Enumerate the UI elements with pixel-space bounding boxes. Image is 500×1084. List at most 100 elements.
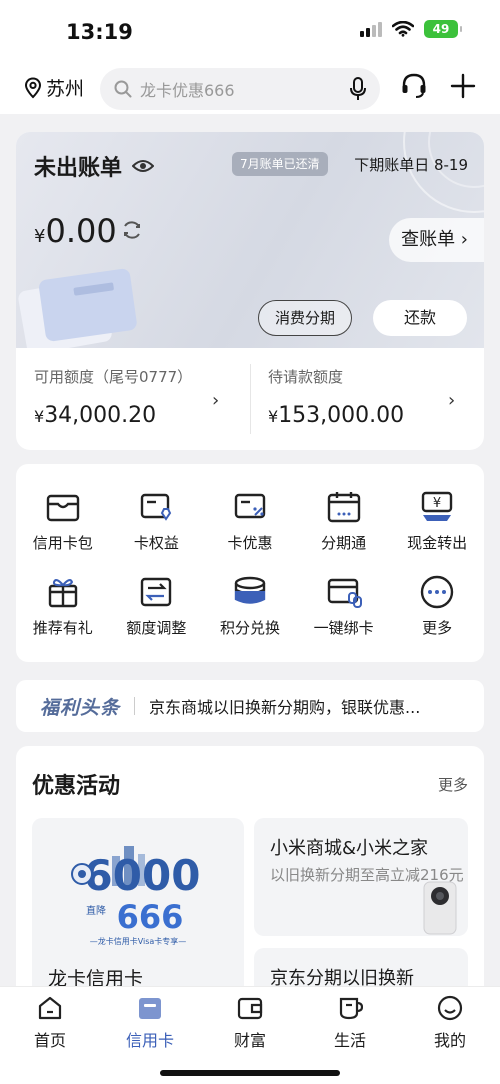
func-label: 推荐有礼 xyxy=(32,619,93,637)
func-label: 额度调整 xyxy=(126,619,187,637)
available-quota-label: 可用额度（尾号0777） xyxy=(34,368,193,386)
gift-icon xyxy=(48,579,77,608)
home-indicator xyxy=(160,1070,340,1076)
add-icon[interactable] xyxy=(450,73,476,99)
status-bar: 13:19 49 xyxy=(0,0,500,66)
func-item-card-benefit[interactable]: 卡权益 xyxy=(110,490,204,553)
check-bill-button[interactable]: 查账单 › xyxy=(389,218,484,262)
wallet-icon xyxy=(46,494,79,522)
installment-button[interactable]: 消费分期 xyxy=(258,300,352,336)
home-icon xyxy=(38,996,62,1020)
function-grid: 信用卡包 卡权益 卡优惠 分期通 ¥ 现金转出 推荐有礼 额度调整 积分兑换 一… xyxy=(16,490,484,638)
news-text: 京东商城以旧换新分期购，银联优惠... xyxy=(149,698,421,717)
news-headline[interactable]: 福利头条 京东商城以旧换新分期购，银联优惠... xyxy=(16,680,484,732)
promo-art: 6000 直降 666 —龙卡信用卡Visa卡专享— xyxy=(71,846,200,946)
func-item-card-discount[interactable]: 卡优惠 xyxy=(203,490,297,553)
bill-card: 未出账单 7月账单已还清 下期账单日 8-19 ¥ 0.00 查账单 › 消费分… xyxy=(16,132,484,450)
currency-symbol: ¥ xyxy=(34,226,46,247)
pending-quota-value: ¥153,000.00 xyxy=(268,403,405,428)
bill-title: 未出账单 xyxy=(34,150,155,182)
phone-image xyxy=(423,881,457,935)
chevron-right-icon[interactable]: › xyxy=(448,390,455,411)
promo-art-side: 直降 xyxy=(86,904,106,917)
tab-profile[interactable]: 我的 xyxy=(400,995,500,1051)
microphone-icon[interactable] xyxy=(350,77,366,101)
city-selector[interactable]: 苏州 xyxy=(24,74,84,101)
life-icon xyxy=(339,997,363,1020)
credit-card-icon xyxy=(139,998,161,1019)
func-label: 积分兑换 xyxy=(219,619,280,637)
bind-card-icon xyxy=(327,578,362,608)
repay-button[interactable]: 还款 xyxy=(373,300,467,336)
wifi-icon xyxy=(392,21,414,37)
coins-icon xyxy=(234,576,266,604)
tab-label: 信用卡 xyxy=(125,1031,174,1050)
location-pin-icon xyxy=(24,76,42,98)
func-item-quota-adjust[interactable]: 额度调整 xyxy=(110,575,204,638)
eye-icon[interactable] xyxy=(132,158,155,174)
profile-icon xyxy=(437,995,463,1021)
top-actions xyxy=(400,72,476,100)
svg-text:¥: ¥ xyxy=(433,496,441,511)
bill-title-text: 未出账单 xyxy=(34,156,123,181)
promotions-title: 优惠活动 xyxy=(32,774,121,799)
promo-xiaomi-title: 小米商城&小米之家 xyxy=(270,838,429,859)
tab-credit-card[interactable]: 信用卡 xyxy=(100,995,200,1051)
func-item-points[interactable]: 积分兑换 xyxy=(203,575,297,638)
func-item-card-wallet[interactable]: 信用卡包 xyxy=(16,490,110,553)
chevron-right-icon[interactable]: › xyxy=(212,390,219,411)
card-benefit-icon xyxy=(141,493,172,521)
func-label: 现金转出 xyxy=(407,534,468,552)
func-item-cash-out[interactable]: ¥ 现金转出 xyxy=(390,490,484,553)
news-tag: 福利头条 xyxy=(40,696,121,719)
tab-home[interactable]: 首页 xyxy=(0,995,100,1051)
pending-quota[interactable]: 待请款额度 ¥153,000.00 xyxy=(268,366,404,428)
city-label: 苏州 xyxy=(46,78,85,100)
func-item-more[interactable]: 更多 xyxy=(390,575,484,638)
search-placeholder: 龙卡优惠666 xyxy=(140,81,235,100)
function-grid-card: 信用卡包 卡权益 卡优惠 分期通 ¥ 现金转出 推荐有礼 额度调整 积分兑换 一… xyxy=(16,464,484,662)
paid-status-badge: 7月账单已还清 xyxy=(232,152,328,176)
func-label: 分期通 xyxy=(321,534,367,552)
func-item-bind-card[interactable]: 一键绑卡 xyxy=(297,575,391,638)
decorative-circles xyxy=(403,132,484,213)
tab-wealth[interactable]: 财富 xyxy=(200,995,300,1051)
card-discount-icon xyxy=(234,493,266,519)
tab-life[interactable]: 生活 xyxy=(300,995,400,1051)
promotions-more-link[interactable]: 更多 xyxy=(438,774,468,795)
search-bar[interactable]: 龙卡优惠666 xyxy=(100,68,380,110)
search-icon xyxy=(114,80,132,98)
next-bill-date: 下期账单日 8-19 xyxy=(354,156,468,174)
more-icon xyxy=(420,575,454,609)
customer-service-icon[interactable] xyxy=(400,72,428,100)
available-quota-value: ¥34,000.20 xyxy=(34,403,157,428)
func-item-referral[interactable]: 推荐有礼 xyxy=(16,575,110,638)
func-label: 更多 xyxy=(422,619,453,637)
bill-amount-value: 0.00 xyxy=(45,212,117,250)
bill-amount: ¥ 0.00 xyxy=(34,212,117,250)
tab-label: 首页 xyxy=(33,1031,66,1050)
tab-label: 我的 xyxy=(433,1031,466,1050)
func-label: 卡权益 xyxy=(133,534,179,552)
promo-banner-longka[interactable]: 6000 直降 666 —龙卡信用卡Visa卡专享— 龙卡信用卡 xyxy=(32,818,244,1006)
pending-quota-label: 待请款额度 xyxy=(268,368,344,386)
divider xyxy=(250,364,251,434)
promotions-card: 优惠活动 更多 6000 直降 666 —龙卡信用卡Visa卡专享— 龙卡信用卡… xyxy=(16,746,484,1006)
cash-out-icon: ¥ xyxy=(421,491,453,521)
func-label: 一键绑卡 xyxy=(313,619,374,637)
refresh-icon[interactable] xyxy=(120,218,144,242)
tab-label: 生活 xyxy=(333,1031,366,1050)
battery-icon: 49 xyxy=(424,20,462,38)
news-divider xyxy=(134,697,136,715)
adjust-icon xyxy=(141,577,172,607)
promo-xiaomi[interactable]: 小米商城&小米之家 以旧换新分期至高立减216元 xyxy=(254,818,468,936)
status-icons: 49 xyxy=(360,20,462,38)
available-quota[interactable]: 可用额度（尾号0777） ¥34,000.20 xyxy=(34,366,192,428)
func-item-installment[interactable]: 分期通 xyxy=(297,490,391,553)
promo-art-caption: —龙卡信用卡Visa卡专享— xyxy=(90,936,187,946)
quota-section: 可用额度（尾号0777） ¥34,000.20 › 待请款额度 ¥153,000… xyxy=(16,348,484,450)
wealth-icon xyxy=(237,997,263,1020)
status-time: 13:19 xyxy=(66,20,133,44)
credit-card-illustration xyxy=(18,268,137,348)
calendar-icon xyxy=(327,492,360,523)
